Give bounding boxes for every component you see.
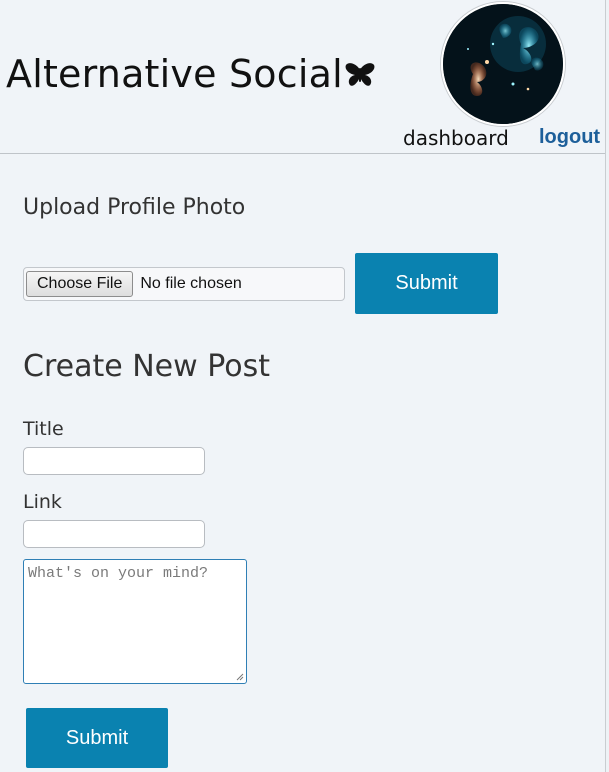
header: Alternative Social dashboard logout [0, 0, 605, 154]
resize-grip-icon[interactable] [236, 673, 244, 681]
brand-name: Alternative Social [6, 52, 343, 96]
brand[interactable]: Alternative Social [6, 52, 375, 96]
upload-submit-button[interactable]: Submit [355, 253, 498, 314]
post-body-placeholder: What's on your mind? [28, 565, 209, 582]
link-label: Link [23, 491, 62, 513]
title-label: Title [23, 418, 64, 440]
choose-file-button[interactable]: Choose File [26, 271, 134, 297]
upload-section-title: Upload Profile Photo [23, 195, 246, 220]
nav-dashboard-link[interactable]: dashboard [403, 126, 509, 150]
avatar[interactable] [441, 2, 565, 126]
profile-photo [443, 4, 563, 124]
butterfly-icon [345, 63, 375, 86]
post-section-title: Create New Post [23, 349, 270, 384]
title-input[interactable] [23, 447, 205, 475]
nav-logout-link[interactable]: logout [539, 126, 600, 149]
post-submit-button[interactable]: Submit [26, 708, 168, 768]
file-status-text: No file chosen [140, 275, 242, 292]
page: Alternative Social dashboard logout Uplo… [0, 0, 606, 772]
post-body-textarea[interactable]: What's on your mind? [23, 559, 247, 684]
link-input[interactable] [23, 520, 205, 548]
file-input[interactable]: Choose File No file chosen [23, 267, 345, 301]
